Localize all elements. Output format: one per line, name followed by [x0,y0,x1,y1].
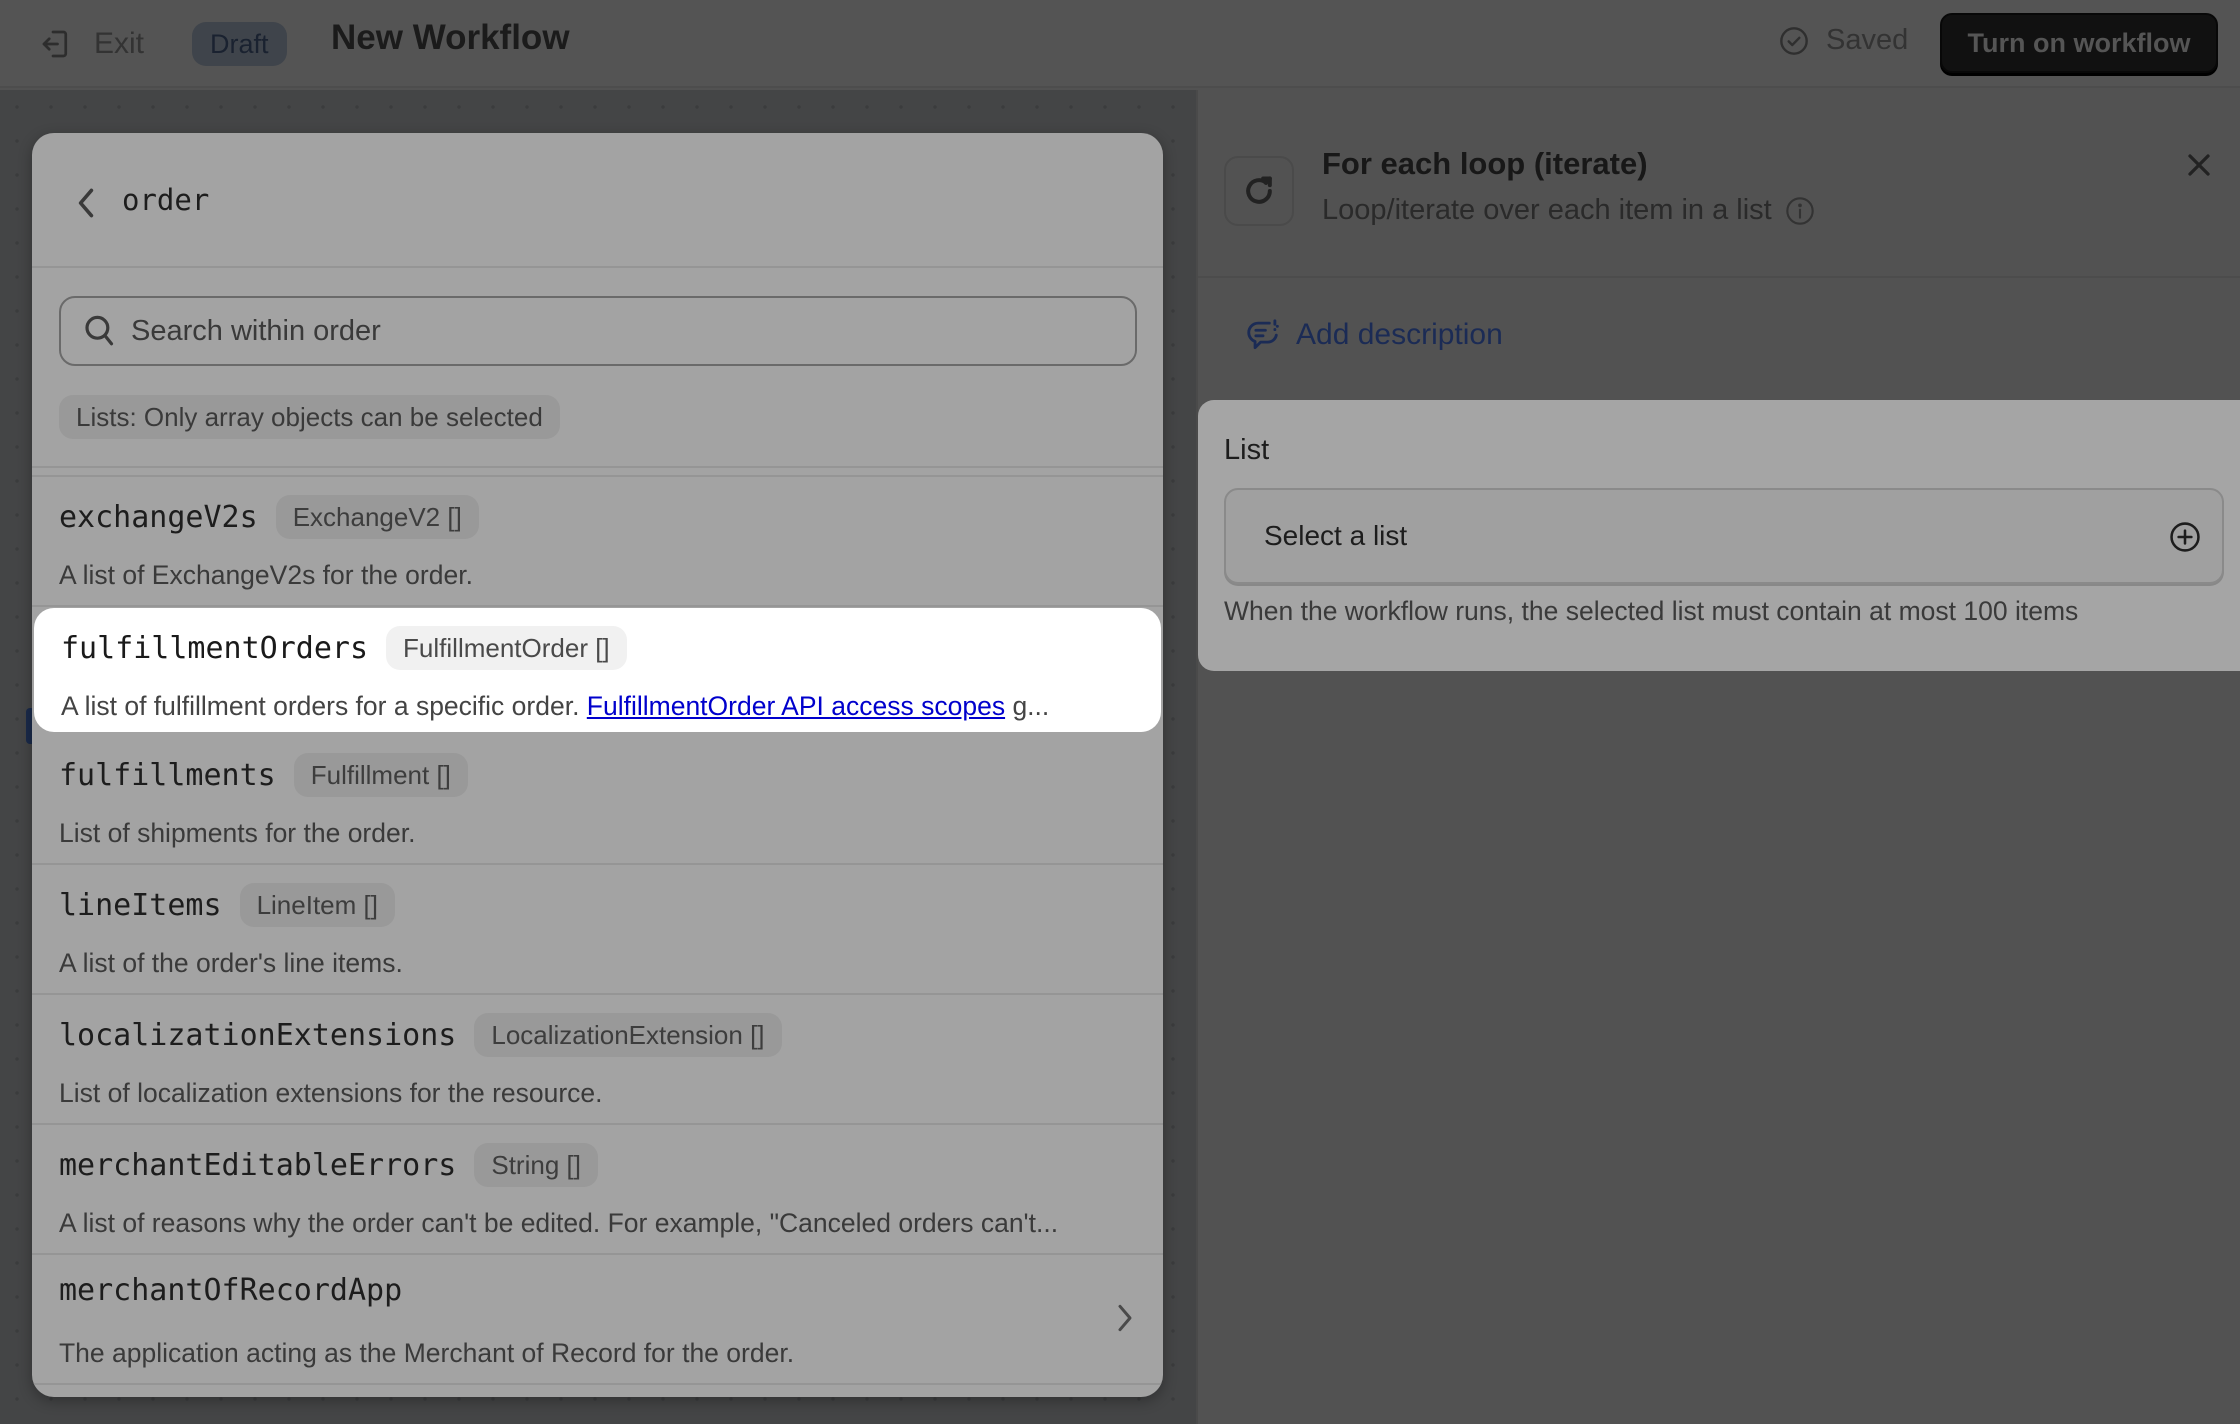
list-item-fulfillments[interactable]: fulfillments Fulfillment [] List of ship… [32,735,1163,865]
exit-icon [42,30,68,58]
step-config-panel: For each loop (iterate) Loop/iterate ove… [1196,90,2240,1424]
field-name: exchangeV2s [59,499,258,535]
loop-step-icon-box [1224,156,1294,226]
picker-header: order [32,133,1163,268]
field-list: exchangeV2s ExchangeV2 [] A list of Exch… [32,477,1163,1385]
description-text: A list of fulfillment orders for a speci… [61,691,587,721]
exit-button[interactable]: Exit [38,22,144,66]
field-type-badge: String [] [474,1143,598,1187]
add-description-label: Add description [1296,318,1503,351]
turn-on-workflow-button[interactable]: Turn on workflow [1940,13,2218,73]
loop-icon [1246,176,1272,204]
field-description: A list of the order's line items. [59,948,403,978]
search-input[interactable] [131,314,1091,348]
field-description: A list of reasons why the order can't be… [59,1208,1059,1238]
saved-label: Saved [1826,24,1909,56]
field-description: The application acting as the Merchant o… [59,1338,795,1368]
page-title: New Workflow [331,18,570,57]
list-hint-badge: Lists: Only array objects can be selecte… [59,395,560,439]
field-type-badge: Fulfillment [] [293,753,468,797]
search-icon [85,315,114,346]
list-item-fulfillmentOrders[interactable]: fulfillmentOrders FulfillmentOrder [] A … [34,608,1161,732]
field-name: fulfillmentOrders [61,630,369,666]
list-item-exchangeV2s[interactable]: exchangeV2s ExchangeV2 [] A list of Exch… [32,477,1163,607]
field-type-badge: ExchangeV2 [] [275,495,479,539]
select-list-placeholder: Select a list [1264,520,1408,551]
saved-status: Saved [1778,24,1908,57]
data-picker-popover: order Lists: Only array objects can be s… [32,133,1163,1397]
comment-icon [1247,319,1279,350]
divider [32,466,1163,468]
plus-circle-icon[interactable] [2168,520,2202,554]
field-name: fulfillments [59,757,276,793]
list-label: List [1224,434,1270,466]
field-description: List of shipments for the order. [59,818,416,848]
field-name: merchantOfRecordApp [59,1273,403,1308]
field-description: A list of ExchangeV2s for the order. [59,560,473,590]
select-list-field[interactable]: Select a list [1224,488,2224,584]
check-circle-icon [1780,26,1808,55]
list-help-text: When the workflow runs, the selected lis… [1224,596,2079,626]
list-item-merchantOfRecordApp[interactable]: merchantOfRecordApp The application acti… [32,1255,1163,1385]
add-description-button[interactable]: Add description [1244,316,1503,354]
field-type-badge: LocalizationExtension [] [474,1013,782,1057]
panel-header: For each loop (iterate) Loop/iterate ove… [1198,90,2240,278]
field-name: localizationExtensions [59,1017,457,1053]
picker-title: order [122,183,210,217]
status-badge: Draft [192,22,287,66]
info-icon[interactable] [1784,195,1816,227]
chevron-left-icon[interactable] [72,185,100,221]
step-subtitle: Loop/iterate over each item in a list [1322,194,1816,227]
access-scopes-link[interactable]: FulfillmentOrder API access scopes [587,691,1005,721]
list-item-lineItems[interactable]: lineItems LineItem [] A list of the orde… [32,865,1163,995]
list-item-merchantEditableErrors[interactable]: merchantEditableErrors String [] A list … [32,1125,1163,1255]
field-type-badge: FulfillmentOrder [] [386,626,627,670]
step-subtitle-text: Loop/iterate over each item in a list [1322,194,1772,226]
top-bar: Exit Draft New Workflow Saved Turn on wo… [0,0,2240,88]
field-name: lineItems [59,887,222,923]
description-ellipsis: g... [1005,691,1050,721]
list-item-localizationExtensions[interactable]: localizationExtensions LocalizationExten… [32,995,1163,1125]
field-name: merchantEditableErrors [59,1147,457,1183]
field-type-badge: LineItem [] [239,883,395,927]
close-icon[interactable] [2184,150,2214,180]
step-title: For each loop (iterate) [1322,146,1648,181]
field-description: A list of fulfillment orders for a speci… [61,691,1136,722]
list-field-card: List Select a list When the workflow run… [1198,400,2240,671]
chevron-right-icon[interactable] [1115,1301,1135,1335]
field-description: List of localization extensions for the … [59,1078,603,1108]
exit-label: Exit [94,27,145,60]
search-field[interactable] [59,296,1137,366]
